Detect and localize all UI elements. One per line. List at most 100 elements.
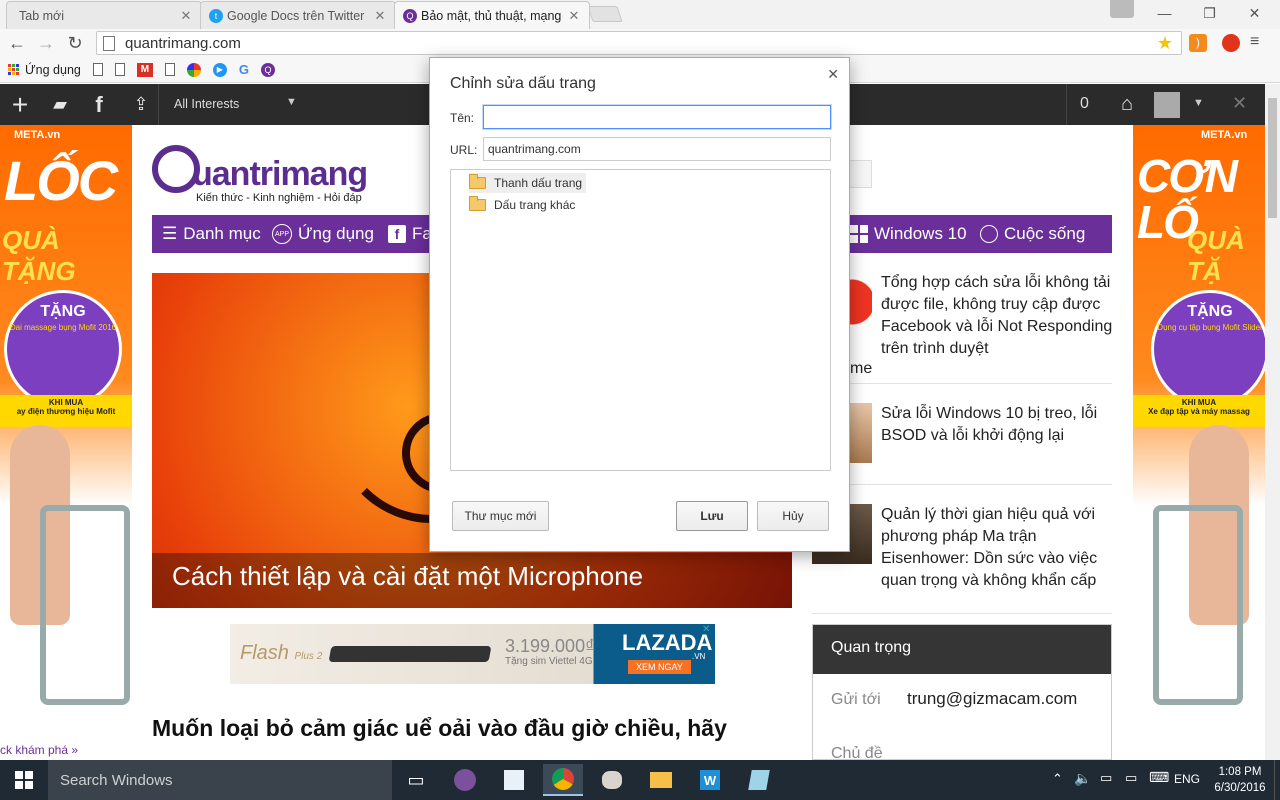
chevron-up-icon[interactable]: ⌃ xyxy=(1052,771,1063,787)
nav-item-ung-dung[interactable]: APP Ứng dụng xyxy=(272,215,374,253)
banner-brand-text: Flash xyxy=(240,642,289,664)
reload-icon[interactable]: ↻ xyxy=(63,31,87,55)
ad-brand: META.vn xyxy=(14,129,61,141)
chrome-icon[interactable] xyxy=(543,764,583,796)
comment-icon[interactable]: ▰ xyxy=(44,84,76,125)
facebook-icon[interactable]: f xyxy=(84,84,114,125)
nav-item-windows-10[interactable]: Windows 10 xyxy=(850,215,967,253)
close-tab-icon[interactable]: ✕ xyxy=(567,8,581,24)
tab-new-tab[interactable]: Tab mới ✕ xyxy=(6,1,202,29)
ad-footer-link[interactable]: ck khám phá » xyxy=(0,743,78,757)
ad-gift-circle: TẶNG Dụng cụ tập bụng Mofit Slider xyxy=(1151,290,1265,408)
bookmark-url-field[interactable] xyxy=(483,137,831,161)
minimize-icon[interactable]: — xyxy=(1142,0,1187,26)
keyboard-icon[interactable]: ⌨ xyxy=(1149,769,1169,786)
home-icon[interactable]: ⌂ xyxy=(1112,84,1142,125)
viber-icon[interactable] xyxy=(445,764,485,796)
restore-icon[interactable]: ❐ xyxy=(1187,0,1232,26)
site-logo[interactable]: uantrimang Kiến thức - Kinh nghiệm - Hỏi… xyxy=(152,145,392,207)
tab-title: Bảo mật, thủ thuật, mạng xyxy=(421,8,562,23)
wps-writer-icon[interactable]: W xyxy=(690,764,730,796)
new-folder-button[interactable]: Thư mục mới xyxy=(452,501,549,531)
bookmark-star-icon[interactable]: ★ xyxy=(1157,33,1173,54)
folder-bookmarks-bar[interactable]: Thanh dấu trang xyxy=(469,173,587,193)
close-tab-icon[interactable]: ✕ xyxy=(373,8,387,24)
close-window-icon[interactable]: ✕ xyxy=(1232,0,1277,26)
volume-icon[interactable]: 🔈 xyxy=(1074,770,1091,787)
file-explorer-icon[interactable] xyxy=(641,764,681,796)
back-arrow-icon[interactable]: ← xyxy=(5,31,29,55)
forward-arrow-icon[interactable]: → xyxy=(34,31,58,55)
banner-cta[interactable]: XEM NGAY xyxy=(628,660,691,674)
bookmark-play[interactable]: ▶ xyxy=(212,62,227,77)
bookmark-page-3[interactable] xyxy=(164,63,175,76)
rss-extension-icon[interactable]: ) xyxy=(1189,34,1207,52)
left-skyscraper-ad[interactable]: META.vn LỐC QUÀ TẶNG TẶNG Đai massage bụ… xyxy=(0,125,132,760)
close-icon[interactable]: ✕ xyxy=(1232,93,1247,114)
app-window-icon[interactable] xyxy=(494,764,534,796)
cancel-button[interactable]: Hủy xyxy=(757,501,829,531)
windows-start-icon[interactable] xyxy=(4,764,44,796)
right-skyscraper-ad[interactable]: META.vn CƠN LỐ QUÀ TẶ TẶNG Dụng cụ tập b… xyxy=(1133,125,1265,760)
nav-item-danh-muc[interactable]: ☰ Danh mục xyxy=(162,215,261,253)
lazada-banner-ad[interactable]: Flash Plus 2 3.199.000₫ Tặng sim Viettel… xyxy=(230,624,715,684)
interests-dropdown[interactable]: All Interests xyxy=(174,97,239,111)
ad-close-icon[interactable]: ✕ xyxy=(702,624,710,635)
ad-promo-band: KHI MUA Xe đạp tập và máy massag xyxy=(1133,395,1265,427)
taskbar-search-box[interactable]: Search Windows xyxy=(48,760,392,800)
quantrimang-favicon: Q xyxy=(260,62,275,77)
news-title: Sửa lỗi Windows 10 bị treo, lỗi BSOD và … xyxy=(881,405,1098,444)
bookmark-page-1[interactable] xyxy=(92,63,103,76)
task-view-icon[interactable]: ▭ xyxy=(396,764,436,796)
news-item[interactable]: Tổng hợp cách sửa lỗi không tải được fil… xyxy=(812,272,1112,384)
nav-item-cuoc-song[interactable]: Cuộc sống xyxy=(980,215,1085,253)
bookmark-name-field[interactable] xyxy=(483,105,831,129)
app-icon: APP xyxy=(272,224,292,244)
battery-icon[interactable]: ▭ xyxy=(1125,770,1137,786)
show-desktop-button[interactable] xyxy=(1274,760,1280,800)
tab-quantrimang[interactable]: Q Bảo mật, thủ thuật, mạng ✕ xyxy=(394,1,590,29)
paint-icon[interactable] xyxy=(592,764,632,796)
nav-label: Ứng dụng xyxy=(298,224,374,243)
nav-label: Danh mục xyxy=(183,224,261,243)
page-icon xyxy=(164,63,175,76)
new-tab-button[interactable] xyxy=(587,6,623,22)
ad-promo-text: ay điện thương hiệu Mofit xyxy=(16,407,116,416)
nav-item-facebook[interactable]: f Fa xyxy=(388,215,432,253)
clock-date: 6/30/2016 xyxy=(1214,782,1266,794)
scrollbar-thumb[interactable] xyxy=(1268,98,1277,218)
address-bar[interactable]: quantrimang.com ★ xyxy=(96,31,1182,55)
folder-other-bookmarks[interactable]: Dấu trang khác xyxy=(469,195,579,215)
close-tab-icon[interactable]: ✕ xyxy=(179,8,193,24)
close-icon[interactable]: ✕ xyxy=(827,66,839,83)
tab-twitter[interactable]: t Google Docs trên Twitter ✕ xyxy=(200,1,396,29)
news-item[interactable]: Quản lý thời gian hiệu quả với phương ph… xyxy=(812,504,1112,614)
ad-exercise-bike-image xyxy=(1153,505,1243,705)
plus-icon[interactable]: + xyxy=(4,84,36,125)
to-value[interactable]: trung@gizmacam.com xyxy=(907,689,1077,709)
bookmark-apps[interactable]: Ứng dụng xyxy=(8,63,81,77)
taskbar-clock[interactable]: 1:08 PM 6/30/2016 xyxy=(1208,764,1272,796)
language-indicator[interactable]: ENG xyxy=(1174,772,1200,786)
chevron-down-icon[interactable]: ▼ xyxy=(286,96,297,108)
news-item[interactable]: Sửa lỗi Windows 10 bị treo, lỗi BSOD và … xyxy=(812,403,1112,485)
extension-icon[interactable] xyxy=(1222,34,1240,52)
folder-open-icon xyxy=(469,174,486,189)
bookmark-quantrimang[interactable]: Q xyxy=(260,62,275,77)
bookmark-page-2[interactable] xyxy=(114,63,125,76)
save-button[interactable]: Lưu xyxy=(676,501,748,531)
article-headline[interactable]: Muốn loại bỏ cảm giác uể oải vào đầu giờ… xyxy=(152,708,792,748)
profile-icon[interactable] xyxy=(1110,0,1134,18)
chevron-down-icon[interactable]: ▼ xyxy=(1193,97,1204,109)
bookmark-gmail[interactable]: M xyxy=(136,62,153,77)
featured-article-title[interactable]: Cách thiết lập và cài đặt một Microphone xyxy=(152,553,792,608)
share-icon[interactable]: ⇪ xyxy=(124,84,158,125)
banner-sim: Tặng sim Viettel 4G xyxy=(505,656,593,667)
avatar[interactable] xyxy=(1154,92,1180,118)
notes-icon[interactable] xyxy=(739,764,779,796)
bookmark-google[interactable]: G xyxy=(239,62,249,77)
chrome-menu-icon[interactable]: ≡ xyxy=(1250,33,1259,51)
page-scrollbar[interactable] xyxy=(1265,84,1280,760)
network-icon[interactable]: ▭ xyxy=(1100,770,1112,786)
bookmark-photos[interactable] xyxy=(186,62,201,77)
